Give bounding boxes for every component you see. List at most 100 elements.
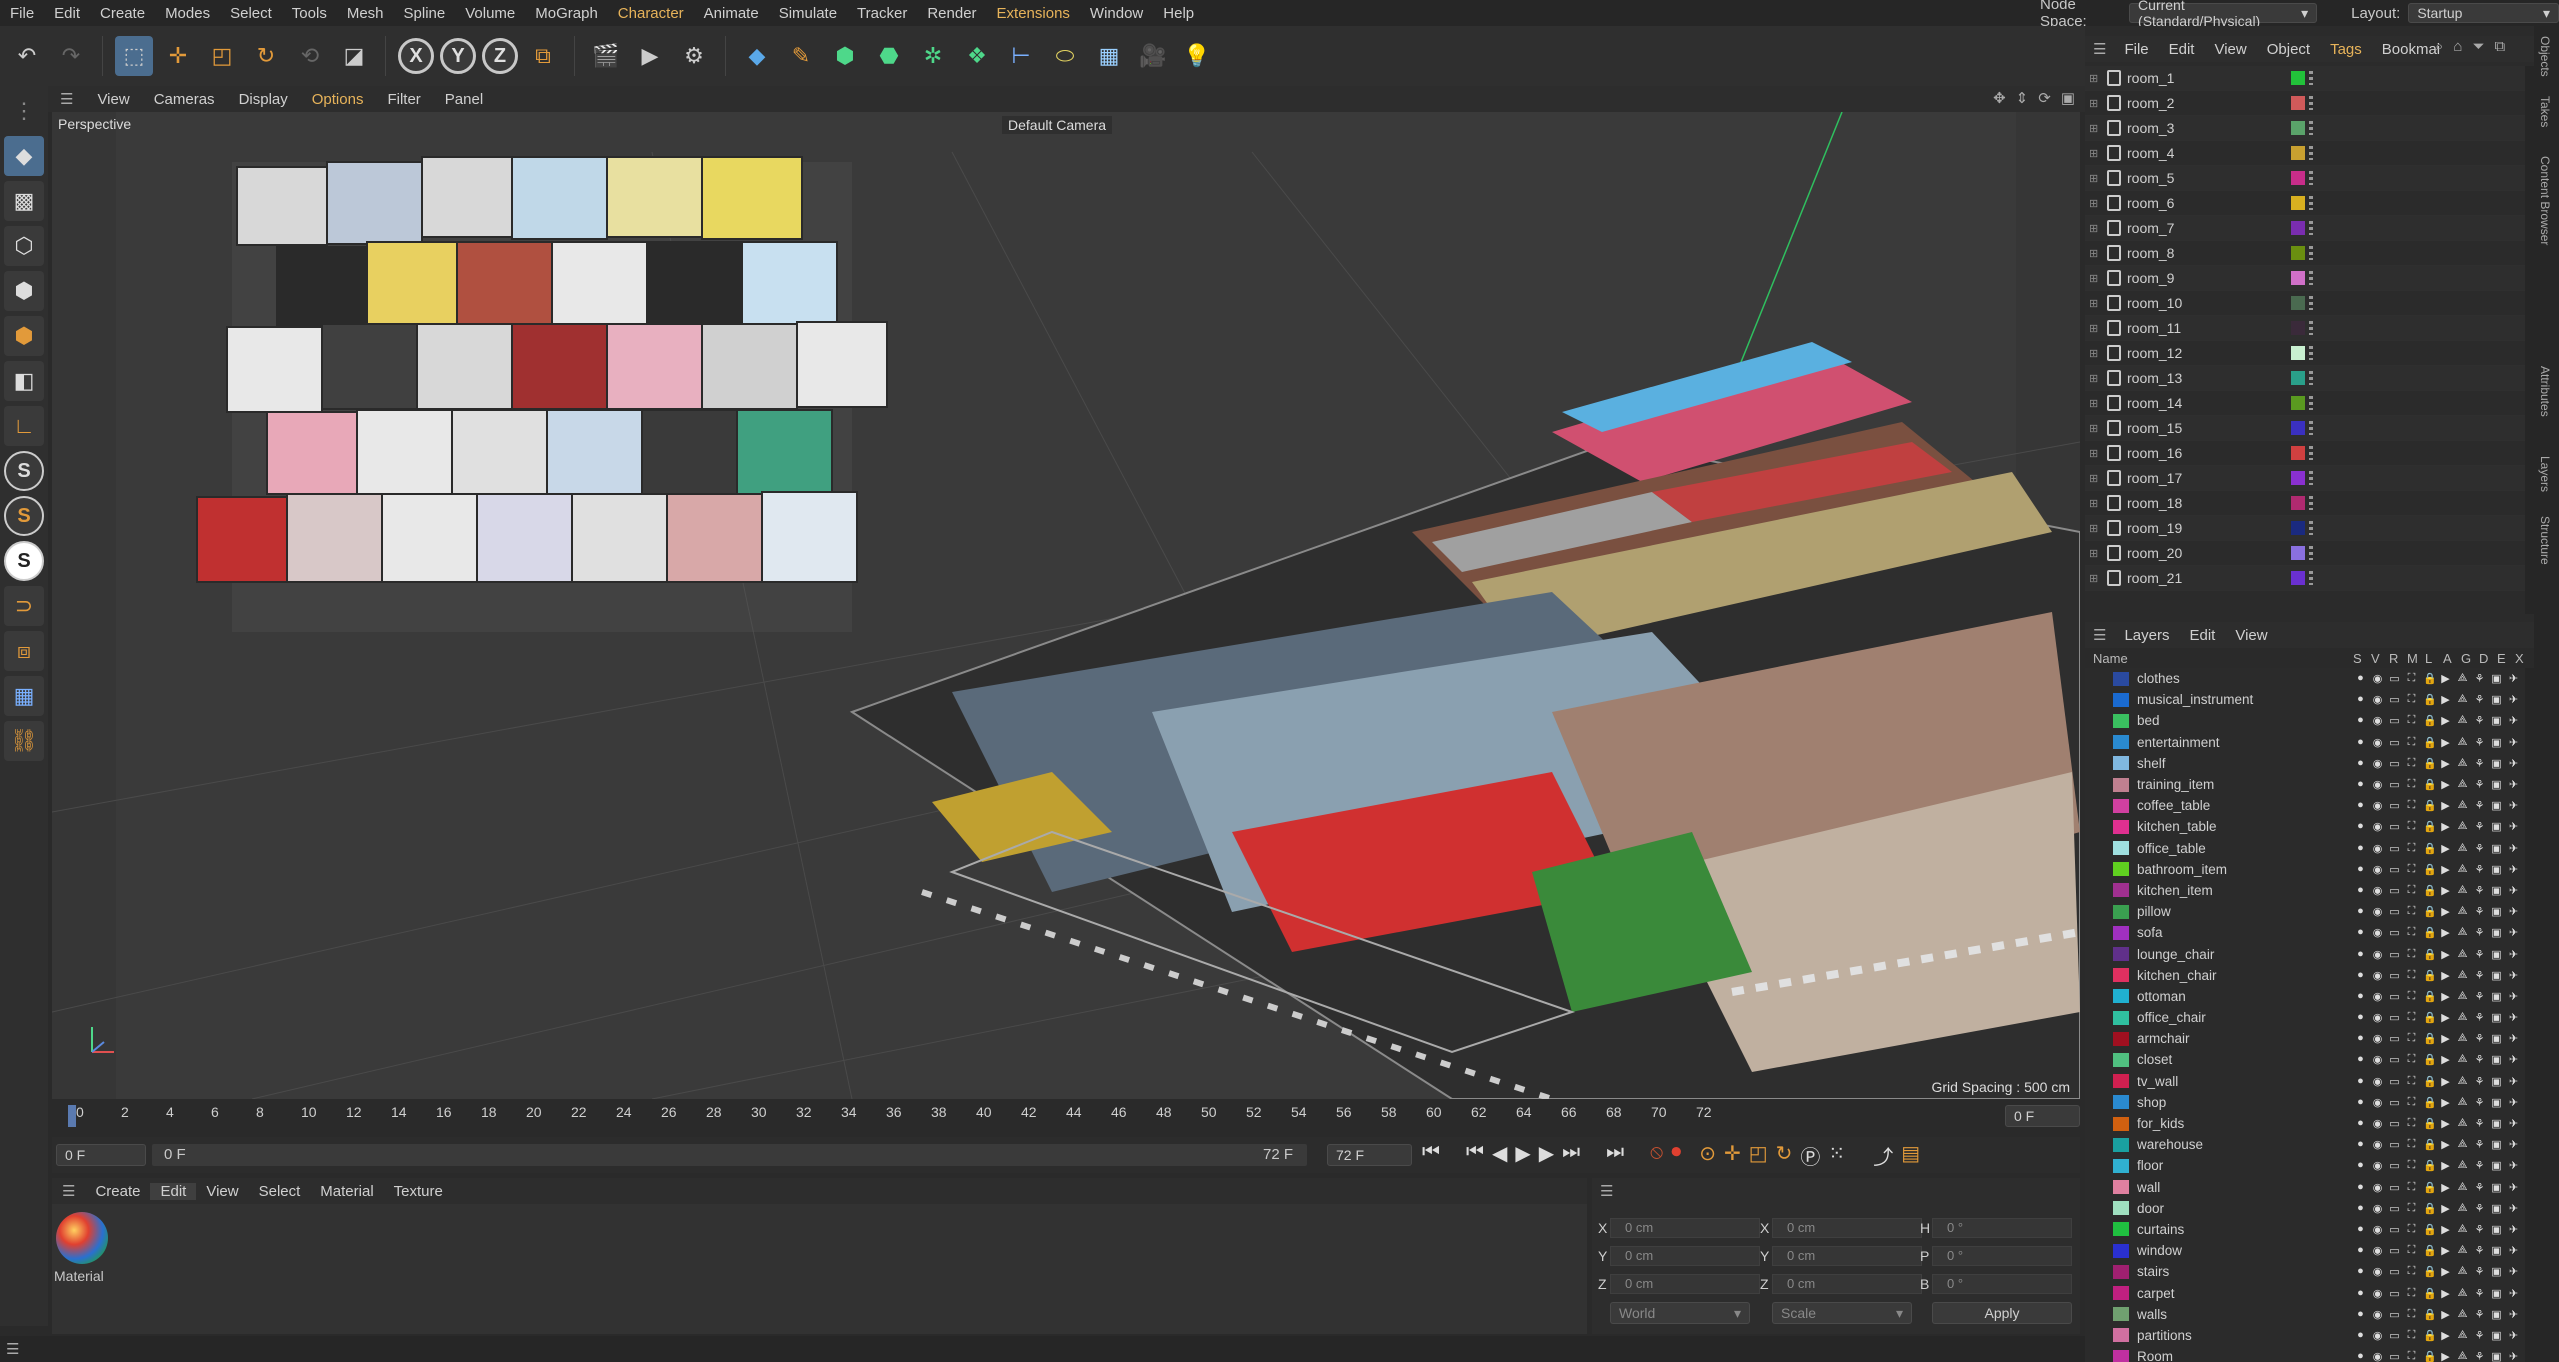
generator-icon[interactable]: ⟁ — [2457, 1308, 2468, 1321]
z-axis-lock-button[interactable]: Z — [482, 38, 518, 74]
viewport-menu-display[interactable]: Display — [227, 91, 300, 108]
xref-icon[interactable]: ✈ — [2508, 1287, 2519, 1300]
menu-mograph[interactable]: MoGraph — [525, 5, 608, 22]
layer-row[interactable]: wall ● ◉ ▭ ⛶ 🔒 ▶ ⟁ ⚘ ▣ ✈ — [2085, 1177, 2525, 1198]
subdivision-icon[interactable]: ⬢ — [826, 36, 864, 76]
solo-icon[interactable]: ● — [2355, 1011, 2366, 1024]
solo-icon[interactable]: ● — [2355, 799, 2366, 812]
layer-flag-column-l[interactable]: L — [2425, 651, 2436, 666]
expand-icon[interactable]: ⊞ — [2089, 447, 2103, 460]
layer-flag-column-s[interactable]: S — [2353, 651, 2364, 666]
object-row[interactable]: ⊞ room_5 — [2085, 166, 2525, 191]
texture-mode-icon[interactable]: ▩ — [4, 181, 44, 221]
scale-tool-icon[interactable]: ◰ — [203, 36, 241, 76]
solo-icon[interactable]: ● — [2355, 905, 2366, 918]
render-icon[interactable]: ▭ — [2389, 820, 2400, 833]
xref-icon[interactable]: ✈ — [2508, 778, 2519, 791]
expression-icon[interactable]: ▣ — [2491, 693, 2502, 706]
generator-icon[interactable]: ⟁ — [2457, 990, 2468, 1003]
layer-color-swatch[interactable] — [2113, 1116, 2129, 1131]
visible-icon[interactable]: ◉ — [2372, 1244, 2383, 1257]
camera-label[interactable]: Default Camera — [1002, 116, 1113, 134]
go-to-end-icon[interactable]: ⏭ — [1606, 1141, 1624, 1170]
menu-simulate[interactable]: Simulate — [769, 5, 847, 22]
layer-color-swatch[interactable] — [2291, 296, 2305, 310]
light-icon[interactable]: 💡 — [1178, 36, 1216, 76]
solo-icon[interactable]: ● — [2355, 990, 2366, 1003]
coordinate-mode-select[interactable]: World ▾ — [1610, 1302, 1750, 1324]
render-icon[interactable]: ▭ — [2389, 778, 2400, 791]
size-y-field[interactable]: 0 cm — [1772, 1246, 1922, 1266]
visibility-dots-icon[interactable] — [2309, 96, 2313, 110]
lock-icon[interactable]: 🔒 — [2423, 1181, 2437, 1194]
expand-icon[interactable]: ⊞ — [2089, 347, 2103, 360]
cube-icon[interactable]: ◆ — [738, 36, 776, 76]
layer-row[interactable]: kitchen_table ● ◉ ▭ ⛶ 🔒 ▶ ⟁ ⚘ ▣ ✈ — [2085, 816, 2525, 837]
expression-icon[interactable]: ▣ — [2491, 1244, 2502, 1257]
menu-select[interactable]: Select — [220, 5, 282, 22]
visible-icon[interactable]: ◉ — [2372, 905, 2383, 918]
apply-button[interactable]: Apply — [1932, 1302, 2072, 1324]
layer-color-swatch[interactable] — [2113, 1074, 2129, 1089]
xref-icon[interactable]: ✈ — [2508, 1329, 2519, 1342]
manager-icon[interactable]: ⛶ — [2406, 1223, 2417, 1236]
generator-icon[interactable]: ⟁ — [2457, 842, 2468, 855]
snap-orange-s-icon[interactable]: S — [4, 496, 44, 536]
layer-row[interactable]: office_chair ● ◉ ▭ ⛶ 🔒 ▶ ⟁ ⚘ ▣ ✈ — [2085, 1007, 2525, 1028]
object-row[interactable]: ⊞ room_18 — [2085, 491, 2525, 516]
lock-icon[interactable]: 🔒 — [2423, 1308, 2437, 1321]
manager-icon[interactable]: ⛶ — [2406, 990, 2417, 1003]
deformer-icon[interactable]: ⚘ — [2474, 1053, 2485, 1066]
side-tab-structure[interactable]: Structure — [2538, 516, 2552, 565]
lock-icon[interactable]: 🔒 — [2423, 990, 2437, 1003]
expression-icon[interactable]: ▣ — [2491, 948, 2502, 961]
render-icon[interactable]: ▭ — [2389, 1287, 2400, 1300]
deformer-icon[interactable]: ⚘ — [2474, 1223, 2485, 1236]
model-mode-icon[interactable]: ◆ — [4, 136, 44, 176]
layer-color-swatch[interactable] — [2291, 421, 2305, 435]
visible-icon[interactable]: ◉ — [2372, 990, 2383, 1003]
animation-icon[interactable]: ▶ — [2440, 672, 2451, 685]
xref-icon[interactable]: ✈ — [2508, 736, 2519, 749]
manager-icon[interactable]: ⛶ — [2406, 1117, 2417, 1130]
deformer-icon[interactable]: ⚘ — [2474, 1244, 2485, 1257]
layer-color-swatch[interactable] — [2113, 925, 2129, 940]
xref-icon[interactable]: ✈ — [2508, 820, 2519, 833]
solo-icon[interactable]: ● — [2355, 1181, 2366, 1194]
viewport-menu-panel[interactable]: Panel — [433, 91, 495, 108]
layer-color-swatch[interactable] — [2113, 1158, 2129, 1173]
record-icon[interactable]: ⏺ — [1671, 1141, 1681, 1170]
viewport-menu-cameras[interactable]: Cameras — [142, 91, 227, 108]
expression-icon[interactable]: ▣ — [2491, 1265, 2502, 1278]
menu-volume[interactable]: Volume — [455, 5, 525, 22]
generator-icon[interactable]: ⟁ — [2457, 672, 2468, 685]
visible-icon[interactable]: ◉ — [2372, 1350, 2383, 1362]
layer-row[interactable]: warehouse ● ◉ ▭ ⛶ 🔒 ▶ ⟁ ⚘ ▣ ✈ — [2085, 1134, 2525, 1155]
layer-color-swatch[interactable] — [2291, 171, 2305, 185]
locked-workplane-icon[interactable]: ⛓ — [4, 721, 44, 761]
generator-icon[interactable]: ⟁ — [2457, 948, 2468, 961]
expand-icon[interactable]: ⊞ — [2089, 572, 2103, 585]
render-icon[interactable]: ▭ — [2389, 672, 2400, 685]
object-menu-object[interactable]: Object — [2257, 41, 2320, 58]
material-menu-view[interactable]: View — [196, 1183, 248, 1200]
manager-icon[interactable]: ⛶ — [2406, 1181, 2417, 1194]
lock-icon[interactable]: 🔒 — [2423, 1159, 2437, 1172]
render-icon[interactable]: ▭ — [2389, 1202, 2400, 1215]
xref-icon[interactable]: ✈ — [2508, 1032, 2519, 1045]
playhead[interactable] — [68, 1105, 76, 1127]
expand-icon[interactable]: ⊞ — [2089, 472, 2103, 485]
animation-icon[interactable]: ▶ — [2440, 1032, 2451, 1045]
node-space-select[interactable]: Current (Standard/Physical) ▾ — [2129, 0, 2318, 29]
grid-workplane-icon[interactable]: ▦ — [4, 676, 44, 716]
lock-icon[interactable]: 🔒 — [2423, 969, 2437, 982]
layer-color-swatch[interactable] — [2291, 321, 2305, 335]
object-row[interactable]: ⊞ room_13 — [2085, 366, 2525, 391]
deformer-icon[interactable]: ⚘ — [2474, 714, 2485, 727]
expression-icon[interactable]: ▣ — [2491, 1096, 2502, 1109]
cloner-icon[interactable]: ✲ — [914, 36, 952, 76]
xref-icon[interactable]: ✈ — [2508, 1011, 2519, 1024]
side-tab-content-browser[interactable]: Content Browser — [2538, 156, 2552, 245]
solo-icon[interactable]: ● — [2355, 1287, 2366, 1300]
layer-list-scrollbar[interactable] — [2525, 668, 2534, 1362]
